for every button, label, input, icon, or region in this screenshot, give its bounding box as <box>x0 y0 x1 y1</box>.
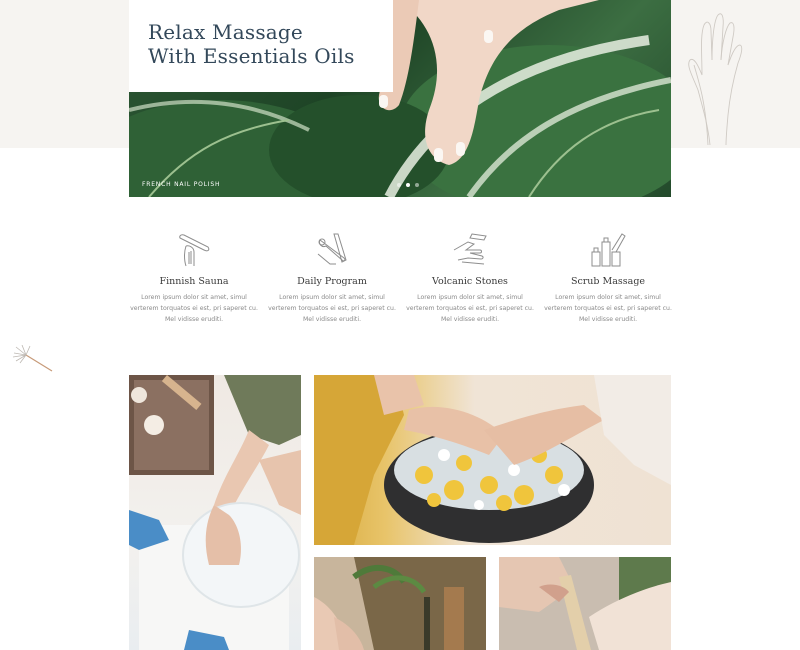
manicure-bowl-photo <box>129 375 301 650</box>
cosmetic-bottles-icon <box>591 233 626 267</box>
waxing-photo <box>499 557 671 650</box>
hero-title: Relax Massage With Essentials Oils <box>148 20 355 68</box>
nail-file-icon <box>179 234 210 267</box>
hero-caption: FRENCH NAIL POLISH <box>142 181 221 188</box>
gallery-image-manicure[interactable] <box>129 375 301 650</box>
feature-description: Lorem ipsum dolor sit amet, simul verter… <box>130 294 258 323</box>
feature-description: Lorem ipsum dolor sit amet, simul verter… <box>544 294 672 323</box>
features-section: Finnish Sauna Lorem ipsum dolor sit amet… <box>129 230 673 330</box>
feature-title: Daily Program <box>297 276 367 287</box>
manicure-hand-icon <box>453 233 487 265</box>
hero-title-card: Relax Massage With Essentials Oils <box>129 0 393 92</box>
slider-dot-1[interactable] <box>397 183 401 187</box>
feature-volcanic-stones: Volcanic Stones Lorem ipsum dolor sit am… <box>405 230 535 325</box>
nail-clipper-icon <box>317 233 347 265</box>
feature-title: Finnish Sauna <box>159 276 229 287</box>
hand-outline-decoration <box>688 13 743 146</box>
feature-finnish-sauna: Finnish Sauna Lorem ipsum dolor sit amet… <box>129 230 259 325</box>
gallery-image-pedicure[interactable] <box>314 557 486 650</box>
feature-description: Lorem ipsum dolor sit amet, simul verter… <box>268 294 396 323</box>
slider-dot-3[interactable] <box>415 183 419 187</box>
feature-description: Lorem ipsum dolor sit amet, simul verter… <box>406 294 534 323</box>
slider-dot-2[interactable] <box>406 183 410 187</box>
feature-daily-program: Daily Program Lorem ipsum dolor sit amet… <box>267 230 397 325</box>
pedicure-photo <box>314 557 486 650</box>
feature-title: Scrub Massage <box>570 276 646 287</box>
foot-bath-flowers-photo <box>314 375 671 545</box>
feature-title: Volcanic Stones <box>432 276 508 287</box>
gallery-image-foot-bath[interactable] <box>314 375 671 545</box>
slider-pagination <box>397 183 419 187</box>
feature-scrub-massage: Scrub Massage Lorem ipsum dolor sit amet… <box>543 230 673 325</box>
gallery-image-waxing[interactable] <box>499 557 671 650</box>
hero-slider[interactable]: Relax Massage With Essentials Oils FRENC… <box>129 0 671 197</box>
dandelion-seed-decoration <box>12 345 53 372</box>
